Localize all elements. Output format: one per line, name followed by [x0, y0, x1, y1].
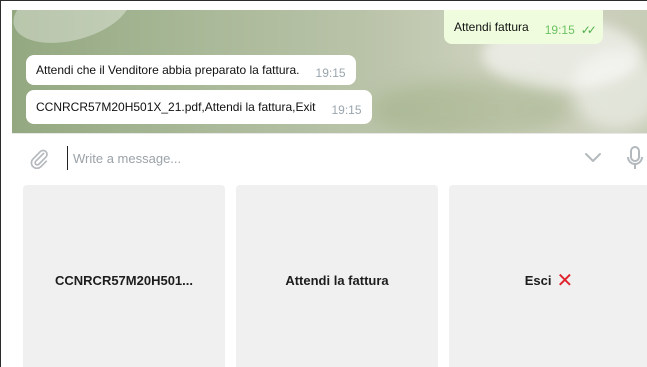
keyboard-button-pdf[interactable]: CCNRCR57M20H501...	[23, 185, 225, 367]
message-time: 19:15	[331, 103, 362, 117]
wallpaper-decoration	[12, 10, 138, 55]
keyboard-button-label: CCNRCR57M20H501...	[55, 272, 193, 288]
keyboard-button-label: Esci	[524, 272, 552, 288]
message-time: 19:15	[544, 23, 575, 37]
wallpaper-decoration	[372, 80, 572, 133]
message-time: 19:15	[315, 66, 346, 80]
message-composer	[12, 133, 647, 181]
double-check-icon: ✓✓	[580, 23, 597, 37]
telegram-chat-window: Attendi fattura 19:15 ✓✓ Attendi che il Ve…	[0, 0, 647, 367]
message-text: Attendi fattura	[454, 20, 529, 34]
keyboard-button-esci[interactable]: Esci ✕	[449, 185, 647, 367]
wallpaper-decoration	[572, 50, 647, 130]
outgoing-message[interactable]: Attendi fattura 19:15 ✓✓	[444, 10, 603, 44]
keyboard-button-attendi[interactable]: Attendi la fattura	[236, 185, 438, 367]
message-text: CCNRCR57M20H501X_21.pdf,Attendi la fattu…	[36, 100, 316, 114]
keyboard-button-label: Attendi la fattura	[285, 272, 389, 288]
paperclip-icon[interactable]	[28, 147, 50, 169]
chat-history[interactable]: Attendi fattura 19:15 ✓✓ Attendi che il Ve…	[12, 10, 647, 133]
bot-reply-keyboard: CCNRCR57M20H501... Attendi la fattura Es…	[12, 181, 647, 367]
incoming-message[interactable]: Attendi che il Venditore abbia preparato…	[26, 55, 356, 85]
chevron-down-icon[interactable]	[584, 150, 602, 164]
incoming-message[interactable]: CCNRCR57M20H501X_21.pdf,Attendi la fattu…	[26, 90, 372, 124]
microphone-icon[interactable]	[626, 145, 644, 171]
message-input[interactable]	[67, 146, 547, 170]
red-x-icon: ✕	[556, 269, 574, 292]
message-text: Attendi che il Venditore abbia preparato…	[36, 63, 300, 77]
